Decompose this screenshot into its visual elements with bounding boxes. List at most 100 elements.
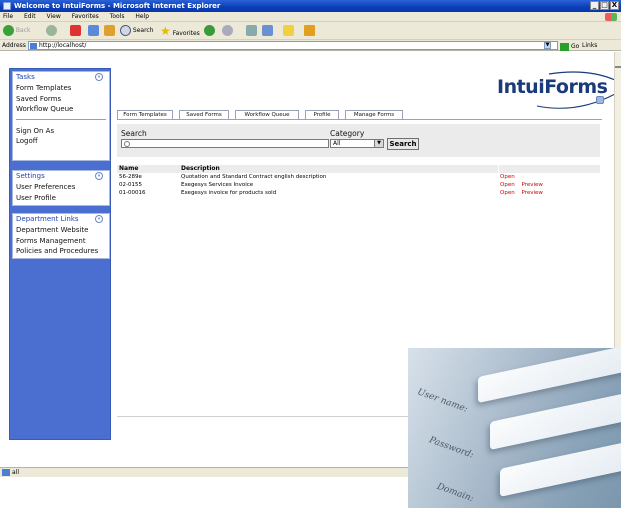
address-label: Address bbox=[2, 42, 26, 49]
refresh-icon bbox=[88, 25, 99, 36]
status-text: all bbox=[12, 469, 20, 476]
edit-icon bbox=[262, 25, 273, 36]
settings-header[interactable]: Settings « bbox=[13, 171, 109, 182]
preview-link[interactable]: Preview bbox=[521, 190, 542, 196]
star-icon: ★ bbox=[160, 24, 171, 38]
menu-edit[interactable]: Edit bbox=[24, 13, 36, 20]
search-icon bbox=[124, 141, 130, 147]
row-name: 02-0155 bbox=[119, 182, 142, 188]
browser-toolbar: Back Search ★ Favorites bbox=[0, 22, 621, 40]
row-description: Exegesys Services Invoice bbox=[181, 182, 254, 188]
sidebar-item-sign-on-as[interactable]: Sign On As bbox=[13, 126, 109, 137]
address-value: http://localhost/ bbox=[39, 42, 87, 49]
window-title: Welcome to IntuiForms - Microsoft Intern… bbox=[14, 2, 221, 10]
go-button[interactable]: Go bbox=[560, 41, 579, 52]
tasks-header[interactable]: Tasks « bbox=[13, 72, 109, 83]
sidebar-item-policies-procedures[interactable]: Policies and Procedures bbox=[13, 246, 109, 257]
links-label: Links bbox=[582, 42, 598, 49]
sidebar-item-saved-forms[interactable]: Saved Forms bbox=[13, 94, 109, 105]
category-label: Category bbox=[330, 129, 365, 138]
mail-icon bbox=[222, 25, 233, 36]
go-label: Go bbox=[571, 43, 580, 50]
sidebar-item-user-preferences[interactable]: User Preferences bbox=[13, 182, 109, 193]
back-button[interactable]: Back bbox=[3, 25, 31, 37]
search-toolbar-label: Search bbox=[132, 27, 154, 34]
favorites-button[interactable]: ★ Favorites bbox=[160, 25, 200, 37]
login-photo: User name: Password: Domain: bbox=[408, 348, 621, 508]
collapse-icon[interactable]: « bbox=[95, 73, 103, 81]
sidebar-item-department-website[interactable]: Department Website bbox=[13, 225, 109, 236]
history-button[interactable] bbox=[204, 25, 215, 37]
address-dropdown-icon[interactable]: ▼ bbox=[544, 42, 551, 49]
menu-tools[interactable]: Tools bbox=[110, 13, 125, 20]
collapse-icon[interactable]: « bbox=[95, 215, 103, 223]
photo-field bbox=[478, 348, 621, 404]
search-submit-button[interactable]: Search bbox=[387, 138, 419, 150]
edit-button[interactable] bbox=[262, 25, 273, 37]
print-icon bbox=[246, 25, 257, 36]
stop-button[interactable] bbox=[70, 25, 81, 37]
go-arrow-icon bbox=[560, 42, 569, 51]
sidebar-divider bbox=[16, 118, 106, 120]
mail-button[interactable] bbox=[222, 25, 233, 37]
tasks-panel: Tasks « Form Templates Saved Forms Workf… bbox=[12, 71, 110, 161]
department-links-panel: Department Links « Department Website Fo… bbox=[12, 213, 110, 259]
header-divider bbox=[498, 165, 499, 173]
menu-file[interactable]: File bbox=[3, 13, 13, 20]
column-header-name: Name bbox=[119, 165, 139, 172]
search-input[interactable] bbox=[121, 139, 329, 148]
ie-status-icon bbox=[2, 469, 10, 476]
settings-title: Settings bbox=[16, 172, 45, 180]
sidebar-item-user-profile[interactable]: User Profile bbox=[13, 193, 109, 204]
search-button[interactable]: Search bbox=[120, 25, 154, 37]
window-titlebar: Welcome to IntuiForms - Microsoft Intern… bbox=[0, 0, 621, 12]
form-templates-table: Name Description 56-289e Quotation and S… bbox=[117, 165, 600, 197]
search-icon bbox=[120, 25, 131, 36]
stop-icon bbox=[70, 25, 81, 36]
logo-text: IntuiForms bbox=[497, 76, 608, 98]
sidebar: Tasks « Form Templates Saved Forms Workf… bbox=[9, 68, 111, 440]
maximize-button[interactable]: □ bbox=[600, 1, 609, 10]
menu-favorites[interactable]: Favorites bbox=[72, 13, 99, 20]
open-link[interactable]: Open bbox=[500, 182, 515, 188]
category-value: All bbox=[333, 140, 341, 147]
back-label: Back bbox=[15, 27, 31, 34]
address-input[interactable]: http://localhost/ bbox=[28, 41, 558, 50]
home-icon bbox=[104, 25, 115, 36]
help-icon[interactable] bbox=[596, 96, 604, 104]
row-name: 01-00016 bbox=[119, 190, 146, 196]
favorites-label: Favorites bbox=[172, 30, 200, 37]
print-button[interactable] bbox=[246, 25, 257, 37]
folder-button[interactable] bbox=[283, 25, 294, 37]
refresh-button[interactable] bbox=[88, 25, 99, 37]
open-link[interactable]: Open bbox=[500, 174, 515, 180]
menu-view[interactable]: View bbox=[47, 13, 61, 20]
row-name: 56-289e bbox=[119, 174, 142, 180]
row-description: Quotation and Standard Contract english … bbox=[181, 174, 327, 180]
photo-label: Domain: bbox=[435, 481, 475, 505]
forward-button[interactable] bbox=[46, 25, 57, 37]
sidebar-item-form-templates[interactable]: Form Templates bbox=[13, 83, 109, 94]
photo-label: User name: bbox=[415, 387, 469, 415]
links-button[interactable]: Links bbox=[582, 40, 597, 51]
sidebar-item-workflow-queue[interactable]: Workflow Queue bbox=[13, 104, 109, 115]
minimize-button[interactable]: _ bbox=[590, 1, 599, 10]
sidebar-item-forms-management[interactable]: Forms Management bbox=[13, 236, 109, 247]
scroll-up-icon[interactable] bbox=[615, 66, 621, 68]
menu-help[interactable]: Help bbox=[135, 13, 149, 20]
intuiforms-logo: IntuiForms bbox=[497, 70, 617, 120]
windows-logo-icon bbox=[605, 13, 617, 21]
table-row: 02-0155 Exegesys Services Invoice Open P… bbox=[117, 181, 600, 189]
close-button[interactable]: X bbox=[610, 1, 619, 10]
calculator-icon bbox=[304, 25, 315, 36]
preview-link[interactable]: Preview bbox=[521, 182, 542, 188]
open-link[interactable]: Open bbox=[500, 190, 515, 196]
department-links-header[interactable]: Department Links « bbox=[13, 214, 109, 225]
sidebar-item-logoff[interactable]: Logoff bbox=[13, 136, 109, 147]
tab-underline bbox=[117, 119, 602, 120]
home-button[interactable] bbox=[104, 25, 115, 37]
collapse-icon[interactable]: « bbox=[95, 172, 103, 180]
category-select[interactable]: All ▼ bbox=[330, 139, 384, 148]
ie-app-icon bbox=[3, 2, 11, 10]
research-button[interactable] bbox=[304, 25, 315, 37]
